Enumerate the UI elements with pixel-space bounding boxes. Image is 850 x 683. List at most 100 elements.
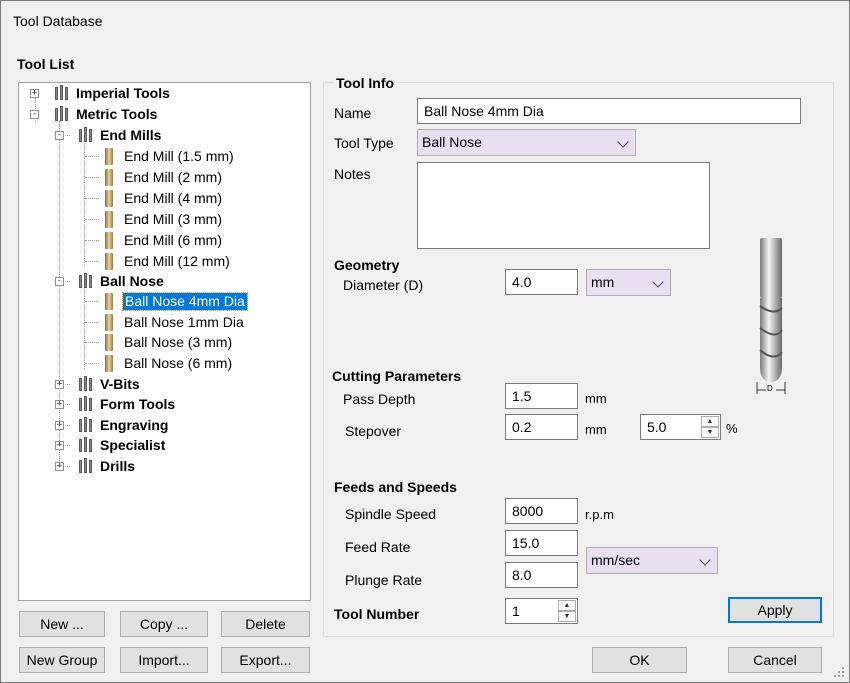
- spindle-speed-field[interactable]: 8000: [505, 498, 578, 524]
- pass-depth-unit: mm: [585, 391, 607, 406]
- spin-down-icon[interactable]: ▼: [701, 427, 719, 438]
- diameter-unit-select[interactable]: mm: [586, 269, 671, 296]
- delete-button[interactable]: Delete: [221, 611, 310, 637]
- collapse-icon[interactable]: -: [55, 277, 64, 286]
- new-button[interactable]: New ...: [19, 611, 105, 637]
- diameter-unit-value: mm: [591, 274, 615, 290]
- copy-button[interactable]: Copy ...: [120, 611, 208, 637]
- ball-nose-diagram: [756, 238, 786, 394]
- tree-item-label: End Mills: [100, 127, 162, 143]
- name-field[interactable]: Ball Nose 4mm Dia: [417, 98, 801, 124]
- tree-item-label: Ball Nose (3 mm): [124, 334, 233, 350]
- tree-item-v-bits[interactable]: + V-Bits: [19, 374, 309, 394]
- expand-icon[interactable]: +: [30, 89, 39, 98]
- tree-item-tool[interactable]: End Mill (12 mm): [19, 251, 309, 271]
- tool-group-icon: [78, 376, 94, 391]
- ok-button[interactable]: OK: [592, 647, 687, 673]
- tool-group-icon: [78, 127, 94, 142]
- spin-down-icon[interactable]: ▼: [558, 611, 576, 622]
- tree-item-tool-selected[interactable]: Ball Nose 4mm Dia: [19, 291, 309, 311]
- notes-label: Notes: [334, 166, 371, 182]
- tree-item-engraving[interactable]: + Engraving: [19, 415, 309, 435]
- tree-item-specialist[interactable]: + Specialist: [19, 435, 309, 455]
- diameter-field[interactable]: 4.0: [505, 269, 578, 295]
- spinner-buttons[interactable]: ▲ ▼: [558, 600, 576, 622]
- tree-item-ball-nose[interactable]: - Ball Nose: [19, 271, 309, 291]
- tree-item-label: End Mill (1.5 mm): [124, 148, 234, 164]
- spindle-speed-unit: r.p.m: [585, 507, 614, 522]
- spin-up-icon[interactable]: ▲: [558, 600, 576, 611]
- tool-group-icon: [54, 106, 70, 121]
- tree-item-tool[interactable]: End Mill (4 mm): [19, 188, 309, 208]
- tool-tree[interactable]: + Imperial Tools - Metric Tools - End Mi…: [18, 82, 311, 601]
- ball-nose-icon: [105, 334, 113, 351]
- chevron-down-icon: [699, 554, 711, 566]
- new-group-button[interactable]: New Group: [19, 647, 105, 673]
- spinner-buttons[interactable]: ▲ ▼: [701, 416, 719, 438]
- end-mill-icon: [105, 253, 113, 270]
- expand-icon[interactable]: +: [55, 441, 64, 450]
- tree-item-tool[interactable]: Ball Nose (3 mm): [19, 332, 309, 352]
- diameter-label: Diameter (D): [343, 277, 424, 293]
- spin-up-icon[interactable]: ▲: [701, 416, 719, 427]
- stepover-unit: mm: [585, 422, 607, 437]
- chevron-down-icon: [617, 136, 629, 148]
- pass-depth-field[interactable]: 1.5: [505, 383, 578, 409]
- tree-item-label: V-Bits: [100, 376, 140, 392]
- tree-item-tool[interactable]: End Mill (3 mm): [19, 209, 309, 229]
- tree-item-imperial-tools[interactable]: + Imperial Tools: [19, 83, 309, 103]
- end-mill-icon: [105, 148, 113, 165]
- rate-unit-select[interactable]: mm/sec: [586, 547, 718, 574]
- tool-group-icon: [78, 437, 94, 452]
- export-button[interactable]: Export...: [221, 647, 310, 673]
- import-button[interactable]: Import...: [120, 647, 208, 673]
- tool-number-spinner[interactable]: 1 ▲ ▼: [505, 598, 578, 624]
- percent-sign: %: [726, 421, 738, 436]
- tool-group-icon: [54, 85, 70, 100]
- collapse-icon[interactable]: -: [30, 110, 39, 119]
- spindle-speed-label: Spindle Speed: [345, 506, 437, 522]
- feed-rate-field[interactable]: 15.0: [505, 530, 578, 556]
- expand-icon[interactable]: +: [55, 400, 64, 409]
- collapse-icon[interactable]: -: [55, 131, 64, 140]
- tree-item-label: End Mill (2 mm): [124, 169, 223, 185]
- plunge-rate-label: Plunge Rate: [345, 572, 423, 588]
- tree-item-drills[interactable]: + Drills: [19, 456, 309, 476]
- stepover-field[interactable]: 0.2: [505, 414, 578, 440]
- tree-item-tool[interactable]: Ball Nose (6 mm): [19, 353, 309, 373]
- tool-database-window: Tool Database Tool List + Imperial Tools…: [0, 0, 850, 683]
- tree-item-label: Metric Tools: [76, 106, 158, 122]
- tool-group-icon: [78, 417, 94, 432]
- resize-grip-icon[interactable]: [833, 666, 845, 678]
- tool-type-label: Tool Type: [334, 135, 394, 151]
- tree-item-form-tools[interactable]: + Form Tools: [19, 394, 309, 414]
- expand-icon[interactable]: +: [55, 380, 64, 389]
- tree-item-label: Ball Nose (6 mm): [124, 355, 233, 371]
- end-mill-icon: [105, 232, 113, 249]
- tree-item-label: Form Tools: [100, 396, 176, 412]
- tree-item-tool[interactable]: End Mill (6 mm): [19, 230, 309, 250]
- ball-nose-icon: [105, 293, 113, 310]
- tree-item-tool[interactable]: End Mill (1.5 mm): [19, 146, 309, 166]
- tree-item-label: End Mill (12 mm): [124, 253, 230, 269]
- stepover-percent-value: 5.0: [647, 419, 667, 435]
- tree-item-tool[interactable]: Ball Nose 1mm Dia: [19, 312, 309, 332]
- tool-type-select[interactable]: Ball Nose: [417, 129, 636, 156]
- tree-item-label: Engraving: [100, 417, 169, 433]
- plunge-rate-field[interactable]: 8.0: [505, 562, 578, 588]
- cancel-button[interactable]: Cancel: [728, 647, 822, 673]
- cutting-parameters-title: Cutting Parameters: [332, 368, 462, 384]
- expand-icon[interactable]: +: [55, 462, 64, 471]
- expand-icon[interactable]: +: [55, 421, 64, 430]
- tree-item-label: Ball Nose: [100, 273, 164, 289]
- tree-item-end-mills[interactable]: - End Mills: [19, 125, 309, 145]
- apply-button[interactable]: Apply: [728, 597, 822, 623]
- tree-item-label: Specialist: [100, 437, 166, 453]
- notes-field[interactable]: [417, 162, 710, 249]
- ball-nose-icon: [105, 355, 113, 372]
- stepover-percent-spinner[interactable]: 5.0 ▲ ▼: [640, 414, 721, 440]
- tree-item-metric-tools[interactable]: - Metric Tools: [19, 104, 309, 124]
- tree-item-label: Imperial Tools: [76, 85, 170, 101]
- tree-item-tool[interactable]: End Mill (2 mm): [19, 167, 309, 187]
- tree-item-label: End Mill (4 mm): [124, 190, 223, 206]
